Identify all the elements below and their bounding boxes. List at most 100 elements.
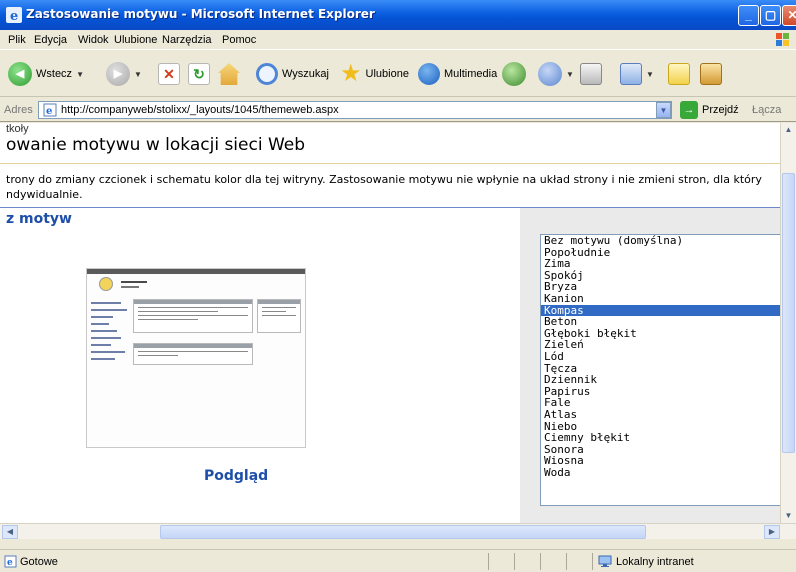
horizontal-scrollbar[interactable]: ◀ ▶: [0, 523, 796, 539]
status-separator: [514, 553, 515, 570]
page-description: trony do zmiany czcionek i schematu kolo…: [6, 173, 762, 201]
close-button[interactable]: ✕: [782, 5, 796, 26]
back-button[interactable]: ◀ Wstecz ▼: [8, 59, 84, 89]
status-page-icon: e: [4, 555, 17, 568]
edit-button[interactable]: ▼: [620, 59, 654, 89]
discuss-button[interactable]: [668, 59, 690, 89]
theme-preview-image: [86, 268, 306, 448]
preview-logo: [99, 277, 113, 291]
edit-page-icon: [620, 63, 642, 85]
theme-option[interactable]: Popołudnie: [541, 246, 783, 259]
research-button[interactable]: [700, 59, 722, 89]
security-zone: Lokalny intranet: [598, 555, 694, 568]
search-icon: [256, 63, 278, 85]
status-separator: [540, 553, 541, 570]
menu-bar: Plik Edycja Widok Ulubione Narzędzia Pom…: [0, 30, 796, 50]
theme-option[interactable]: Zieleń: [541, 339, 783, 351]
status-separator: [566, 553, 567, 570]
theme-option[interactable]: Ciemny błękit: [541, 432, 783, 444]
window-title: Zastosowanie motywu - Microsoft Internet…: [26, 7, 375, 21]
theme-option[interactable]: Woda: [541, 467, 783, 479]
status-separator: [488, 553, 489, 570]
forward-dropdown-icon: ▼: [134, 69, 142, 79]
address-bar: Adres e http://companyweb/stolixx/_layou…: [0, 98, 796, 122]
research-icon: [700, 63, 722, 85]
horizontal-scroll-thumb[interactable]: [160, 525, 646, 539]
theme-option[interactable]: Bez motywu (domyślna): [541, 235, 783, 247]
status-separator: [592, 553, 593, 570]
svg-text:e: e: [7, 558, 13, 568]
minimize-button[interactable]: _: [738, 5, 759, 26]
preview-label: Podgląd: [204, 468, 269, 484]
forward-button[interactable]: ▶ ▼: [106, 59, 142, 89]
preview-events-box: [133, 343, 253, 365]
status-bar: e Gotowe Lokalny intranet: [0, 549, 796, 572]
scroll-left-icon[interactable]: ◀: [2, 525, 18, 539]
menu-view[interactable]: Widok: [78, 34, 109, 46]
go-label: Przejdź: [702, 104, 739, 116]
address-input[interactable]: e http://companyweb/stolixx/_layouts/104…: [38, 101, 672, 119]
print-button[interactable]: [580, 59, 602, 89]
title-divider: [0, 163, 780, 164]
theme-option[interactable]: Dziennik: [541, 374, 783, 386]
page-icon: e: [43, 103, 57, 117]
search-button[interactable]: Wyszukaj: [256, 59, 329, 89]
links-label[interactable]: Łącza: [752, 104, 781, 116]
scroll-up-icon[interactable]: ▲: [781, 123, 796, 137]
menu-tools[interactable]: Narzędzia: [162, 34, 212, 46]
theme-listbox[interactable]: Bez motywu (domyślna) Popołudnie Zima Sp…: [540, 234, 784, 506]
breadcrumb[interactable]: tkoły: [6, 123, 29, 135]
menu-favorites[interactable]: Ulubione: [114, 34, 157, 46]
mail-button[interactable]: ▼: [538, 59, 574, 89]
theme-option[interactable]: Atlas: [541, 409, 783, 421]
theme-option[interactable]: Kanion: [541, 293, 783, 305]
theme-option[interactable]: Fale: [541, 397, 783, 409]
favorites-button[interactable]: ★ Ulubione: [340, 59, 409, 89]
home-button[interactable]: [218, 59, 240, 89]
preview-announcements-box: [133, 299, 253, 333]
address-dropdown-icon[interactable]: ▼: [656, 102, 671, 118]
preview-sidebar: [91, 297, 131, 407]
favorites-star-icon: ★: [340, 60, 362, 87]
history-button[interactable]: [502, 59, 526, 89]
media-button[interactable]: Multimedia: [418, 59, 497, 89]
preview-links-box: [257, 299, 301, 333]
go-button[interactable]: → Przejdź: [680, 101, 739, 119]
menu-edit[interactable]: Edycja: [34, 34, 67, 46]
search-label: Wyszukaj: [282, 68, 329, 80]
theme-option[interactable]: Beton: [541, 316, 783, 328]
stop-button[interactable]: ✕: [158, 59, 180, 89]
refresh-icon: ↻: [188, 63, 210, 85]
scroll-right-icon[interactable]: ▶: [764, 525, 780, 539]
theme-option-selected[interactable]: Kompas: [541, 304, 783, 317]
theme-option[interactable]: Spokój: [541, 270, 783, 282]
toolbar: ◀ Wstecz ▼ ▶ ▼ ✕ ↻ Wyszukaj ★ Ulubione M…: [0, 51, 796, 97]
theme-option[interactable]: Papirus: [541, 386, 783, 398]
theme-option[interactable]: Lód: [541, 351, 783, 363]
back-arrow-icon: ◀: [8, 62, 32, 86]
stop-icon: ✕: [158, 63, 180, 85]
favorites-label: Ulubione: [365, 68, 409, 80]
status-text: Gotowe: [20, 556, 58, 568]
theme-option[interactable]: Wiosna: [541, 455, 783, 467]
go-arrow-icon: →: [680, 101, 698, 119]
home-icon: [218, 63, 240, 85]
vertical-scroll-thumb[interactable]: [782, 173, 795, 453]
vertical-scrollbar[interactable]: ▲ ▼: [780, 123, 796, 523]
back-dropdown-icon: ▼: [76, 69, 84, 79]
address-url: http://companyweb/stolixx/_layouts/1045/…: [61, 104, 339, 116]
menu-file[interactable]: Plik: [8, 34, 26, 46]
menu-help[interactable]: Pomoc: [222, 34, 256, 46]
discuss-icon: [668, 63, 690, 85]
page-title: owanie motywu w lokacji sieci Web: [6, 135, 306, 155]
scroll-down-icon[interactable]: ▼: [781, 509, 796, 523]
back-label: Wstecz: [36, 68, 73, 80]
maximize-button[interactable]: ▢: [760, 5, 781, 26]
ie-icon: e: [6, 7, 22, 23]
refresh-button[interactable]: ↻: [188, 59, 210, 89]
svg-text:e: e: [10, 9, 18, 23]
section-title: z motyw: [6, 211, 72, 227]
media-icon: [418, 63, 440, 85]
preview-subtitle-line: [121, 286, 139, 288]
edit-dropdown-icon: ▼: [646, 69, 654, 79]
